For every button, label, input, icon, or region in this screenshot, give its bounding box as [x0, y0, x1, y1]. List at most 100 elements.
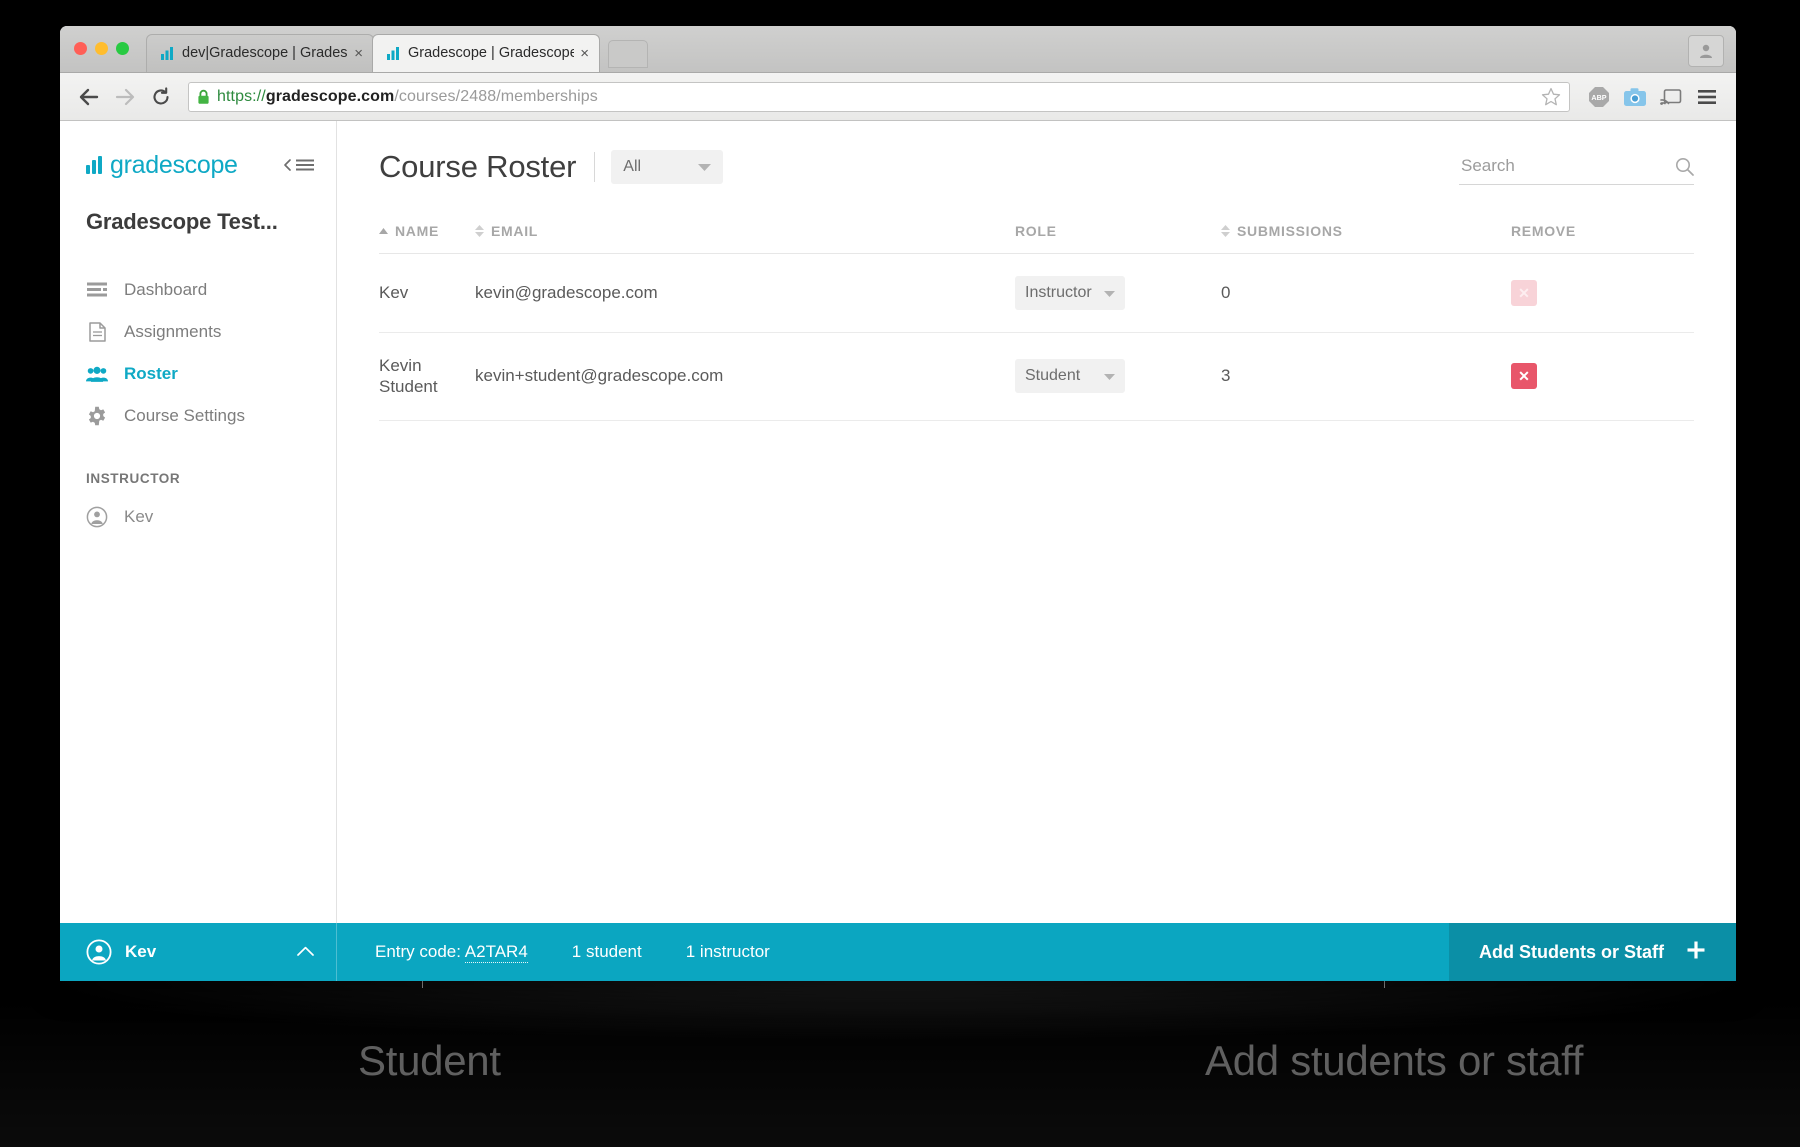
person-icon: [1697, 42, 1715, 60]
member-name: Kev: [379, 282, 475, 303]
annotation-student: Student: [358, 1037, 501, 1085]
browser-profile-button[interactable]: [1688, 35, 1724, 67]
column-header-label: EMAIL: [491, 223, 538, 239]
role-value: Instructor: [1025, 284, 1092, 302]
sidebar-item-dashboard[interactable]: Dashboard: [60, 269, 336, 311]
column-header-submissions[interactable]: SUBMISSIONS: [1221, 223, 1511, 254]
page-title: Course Roster: [379, 149, 576, 185]
chevron-down-icon: [1104, 373, 1115, 380]
remove-member-button[interactable]: ✕: [1511, 363, 1537, 389]
reload-icon[interactable]: [146, 82, 176, 112]
role-select[interactable]: Instructor: [1015, 276, 1125, 310]
bottom-bar-info: Entry code: A2TAR4 1 student 1 instructo…: [337, 942, 770, 962]
camera-icon[interactable]: [1620, 82, 1650, 112]
search-icon[interactable]: [1675, 157, 1694, 176]
plus-icon: [1686, 940, 1706, 965]
roster-table-head: NAME EMAIL: [379, 223, 1694, 254]
bottom-bar-user-menu[interactable]: Kev: [60, 923, 337, 981]
entry-code-label: Entry code:: [375, 942, 461, 961]
menu-icon[interactable]: [1692, 82, 1722, 112]
search-field[interactable]: [1459, 155, 1694, 185]
sidebar-item-course-settings[interactable]: Course Settings: [60, 395, 336, 437]
remove-member-button[interactable]: ✕: [1511, 280, 1537, 306]
new-tab-button[interactable]: [608, 40, 648, 68]
svg-text:ABP: ABP: [1591, 93, 1606, 102]
sidebar-instructor-name: Kev: [124, 507, 153, 527]
sidebar-item-assignments[interactable]: Assignments: [60, 311, 336, 353]
search-input[interactable]: [1459, 155, 1675, 177]
close-icon: ✕: [1518, 286, 1530, 300]
table-row: Kevin Student kevin+student@gradescope.c…: [379, 333, 1694, 421]
maximize-window-button[interactable]: [116, 42, 129, 55]
minimize-window-button[interactable]: [95, 42, 108, 55]
cell-name: Kevin Student: [379, 333, 475, 421]
gradescope-favicon-icon: [387, 47, 401, 60]
roster-table-body: Kev kevin@gradescope.com Instructor 0: [379, 254, 1694, 421]
address-bar[interactable]: https://gradescope.com/courses/2488/memb…: [188, 82, 1570, 112]
browser-tab-2[interactable]: Gradescope | Gradescope ×: [372, 34, 600, 72]
entry-code-value[interactable]: A2TAR4: [465, 942, 528, 963]
avatar-icon: [86, 506, 108, 528]
roster-table: NAME EMAIL: [379, 223, 1694, 421]
table-header-row: NAME EMAIL: [379, 223, 1694, 254]
sidebar-item-roster[interactable]: Roster: [60, 353, 336, 395]
cell-role: Instructor: [1015, 254, 1221, 333]
cell-remove: ✕: [1511, 254, 1694, 333]
role-value: Student: [1025, 367, 1080, 385]
url-scheme: https://: [217, 88, 266, 105]
sort-asc-icon: [379, 228, 388, 234]
cell-name: Kev: [379, 254, 475, 333]
column-header-label: SUBMISSIONS: [1237, 223, 1343, 239]
cell-email: kevin+student@gradescope.com: [475, 333, 1015, 421]
add-students-label: Add Students or Staff: [1479, 942, 1664, 963]
chevron-down-icon: [1104, 290, 1115, 297]
browser-toolbar: https://gradescope.com/courses/2488/memb…: [60, 73, 1736, 121]
gear-icon: [86, 405, 108, 427]
floor-shadow: [0, 981, 1800, 1041]
sort-both-icon: [475, 225, 484, 237]
chevron-down-icon: [698, 163, 711, 171]
role-select[interactable]: Student: [1015, 359, 1125, 393]
collapse-sidebar-button[interactable]: [282, 158, 314, 172]
roster-filter-select[interactable]: All: [611, 150, 723, 184]
column-header-email[interactable]: EMAIL: [475, 223, 1015, 254]
tab-title: Gradescope | Gradescope: [408, 46, 574, 61]
browser-tabstrip: dev|Gradescope | Gradesc × Gradescope | …: [60, 26, 1736, 73]
bottom-bar-user-name: Kev: [125, 942, 156, 962]
cell-submissions: 3: [1221, 333, 1511, 421]
course-title: Gradescope Test...: [60, 183, 336, 235]
forward-arrow-icon[interactable]: [110, 82, 140, 112]
browser-window: dev|Gradescope | Gradesc × Gradescope | …: [60, 26, 1736, 981]
tab-close-icon[interactable]: ×: [580, 46, 589, 61]
add-students-or-staff-button[interactable]: Add Students or Staff: [1449, 923, 1736, 981]
column-header-name[interactable]: NAME: [379, 223, 475, 254]
member-name: Kevin Student: [379, 355, 441, 398]
adblock-plus-icon[interactable]: ABP: [1584, 82, 1614, 112]
lock-icon: [197, 89, 210, 105]
bottom-bar: Kev Entry code: A2TAR4 1 student 1 instr…: [60, 923, 1736, 981]
back-arrow-icon[interactable]: [74, 82, 104, 112]
tab-close-icon[interactable]: ×: [354, 46, 363, 61]
app-viewport: gradescope Gradescope Test...: [60, 121, 1736, 981]
window-controls: [74, 42, 129, 55]
bookmark-star-icon[interactable]: [1541, 87, 1561, 107]
annotation-add-students: Add students or staff: [1205, 1037, 1583, 1085]
chevron-left-icon: [282, 158, 293, 172]
sidebar-item-label: Assignments: [124, 322, 221, 342]
address-bar-url: https://gradescope.com/courses/2488/memb…: [217, 88, 598, 106]
chevron-up-icon: [297, 943, 314, 961]
close-window-button[interactable]: [74, 42, 87, 55]
url-path: /courses/2488/memberships: [394, 88, 597, 105]
sidebar-nav: Dashboard Assignments: [60, 269, 336, 437]
sidebar-section-label: INSTRUCTOR: [60, 471, 336, 486]
browser-tab-1[interactable]: dev|Gradescope | Gradesc ×: [146, 34, 374, 72]
column-header-label: NAME: [395, 223, 439, 239]
tab-title: dev|Gradescope | Gradesc: [182, 46, 348, 61]
sidebar: gradescope Gradescope Test...: [60, 121, 337, 981]
cell-email: kevin@gradescope.com: [475, 254, 1015, 333]
roster-icon: [86, 363, 108, 385]
cell-submissions: 0: [1221, 254, 1511, 333]
cast-icon[interactable]: [1656, 82, 1686, 112]
url-host: gradescope.com: [266, 88, 395, 105]
sidebar-instructor-kev[interactable]: Kev: [60, 496, 336, 538]
